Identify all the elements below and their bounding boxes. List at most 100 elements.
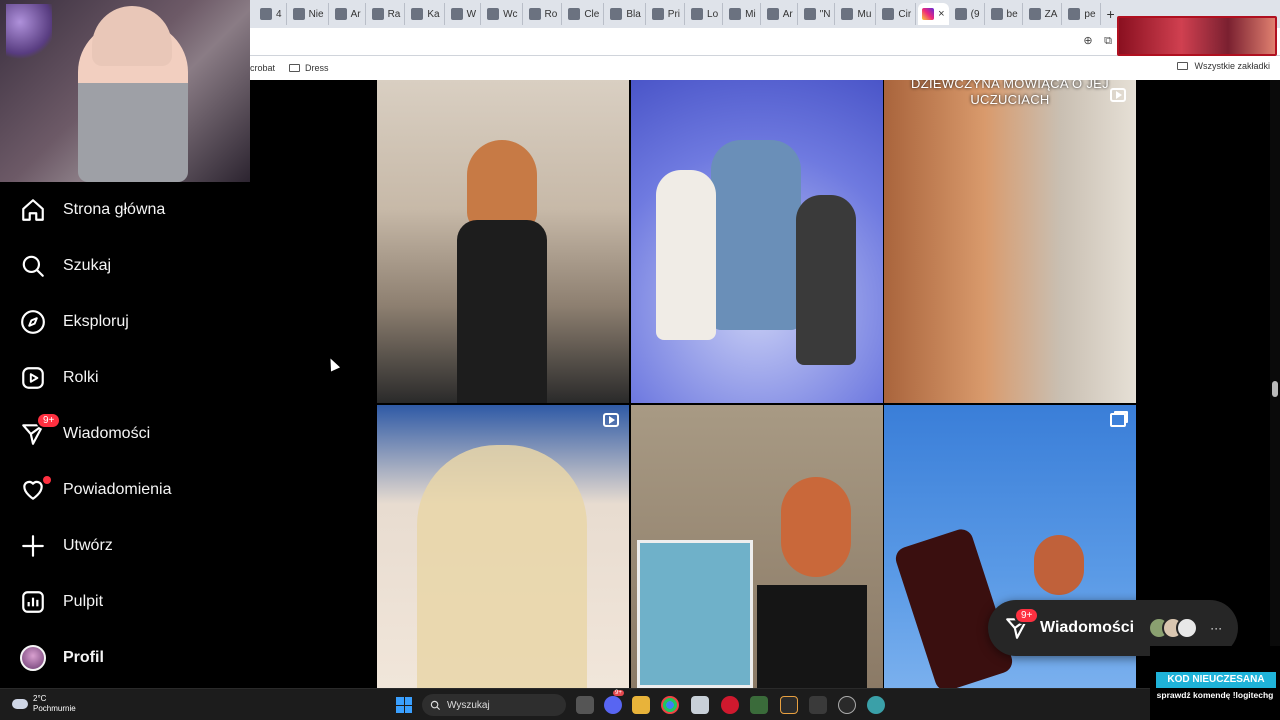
mouse-cursor [325, 356, 341, 372]
browser-tab[interactable]: Ka [407, 3, 445, 25]
tab-label: Lo [707, 8, 719, 20]
windows-start-button[interactable] [396, 697, 412, 713]
close-tab-icon[interactable]: × [938, 8, 944, 20]
browser-tab[interactable]: Mi [725, 3, 761, 25]
home-icon [22, 199, 44, 221]
sidebar-item-label: Powiadomienia [63, 481, 172, 498]
post-tile[interactable] [377, 405, 629, 688]
browser-tab[interactable]: Wc [483, 3, 523, 25]
browser-tab[interactable]: Ar [763, 3, 798, 25]
browser-tab[interactable]: "N [800, 3, 836, 25]
browser-tab-active-instagram[interactable]: × [918, 3, 949, 25]
discord-badge: 9+ [613, 690, 624, 696]
post-tile[interactable] [631, 405, 883, 688]
app-icon[interactable] [867, 696, 885, 714]
bookmark-dress[interactable]: Dress [289, 63, 329, 73]
kick-icon [292, 8, 305, 20]
browser-tab[interactable]: pe [1064, 3, 1101, 25]
tab-icon [528, 8, 541, 20]
message-avatars [1148, 617, 1199, 639]
sidebar-item-notifications[interactable]: Powiadomienia [20, 470, 240, 510]
install-app-icon[interactable]: ⧉ [1102, 35, 1114, 47]
browser-tab[interactable]: Nie [289, 3, 329, 25]
reel-indicator-icon [1110, 88, 1126, 102]
browser-tab[interactable]: Pri [648, 3, 686, 25]
post-figure [711, 140, 801, 330]
tab-icon [882, 8, 895, 20]
post-caption: DZIEWCZYNA MÓWIĄCA O JEJ UCZUCIACH [911, 80, 1109, 107]
app-icon[interactable] [838, 696, 856, 714]
sidebar-item-reels[interactable]: Rolki [20, 358, 240, 398]
google-icon [990, 8, 1003, 20]
promo-subtitle: sprawdź komendę !logitechg [1156, 690, 1274, 700]
sidebar-item-search[interactable]: Szukaj [20, 246, 240, 286]
tab-label: Cle [584, 8, 600, 20]
zoom-icon[interactable]: ⊕ [1082, 35, 1094, 47]
all-bookmarks-label: Wszystkie zakładki [1194, 61, 1270, 71]
app-icon[interactable] [721, 696, 739, 714]
weather-widget[interactable]: 2°C Pochmurnie [12, 694, 76, 714]
post-painting [757, 585, 867, 688]
sidebar-item-explore[interactable]: Eksploruj [20, 302, 240, 342]
app-icon[interactable] [750, 696, 768, 714]
scrollbar-thumb[interactable] [1272, 381, 1278, 397]
tab-label: Mi [745, 8, 756, 20]
instagram-sidebar: Strona główna Szukaj Eksploruj Rolki 9+ … [0, 182, 250, 688]
tab-label: "N [819, 8, 831, 20]
tab-icon [729, 8, 742, 20]
post-figure [796, 195, 856, 365]
browser-tab[interactable]: be [987, 3, 1023, 25]
cloud-icon [12, 699, 28, 709]
browser-tab[interactable]: Lo [687, 3, 724, 25]
tab-icon [487, 8, 500, 20]
heart-icon [23, 480, 43, 500]
sidebar-item-messages[interactable]: 9+ Wiadomości [20, 412, 240, 454]
windows-taskbar: 2°C Pochmurnie Wyszukaj 9+ [0, 688, 1280, 720]
browser-tab[interactable]: Bla [606, 3, 646, 25]
browser-tab[interactable]: Mu [837, 3, 877, 25]
bookmark-label: Dress [305, 63, 329, 73]
browser-tab[interactable]: Cir [878, 3, 917, 25]
tab-icon [691, 8, 704, 20]
tab-label: Mu [857, 8, 872, 20]
reels-icon [22, 367, 44, 389]
browser-tab[interactable]: Cle [564, 3, 605, 25]
tab-icon [568, 8, 581, 20]
weather-temp: 2°C [33, 694, 47, 703]
app-icon[interactable] [809, 696, 827, 714]
dashboard-icon [22, 591, 44, 613]
app-icon[interactable] [780, 696, 798, 714]
browser-tab[interactable]: (9 [951, 3, 985, 25]
browser-tab[interactable]: ZA [1025, 3, 1063, 25]
all-bookmarks-button[interactable]: Wszystkie zakładki [1177, 61, 1270, 71]
plus-icon [22, 535, 44, 557]
post-tile[interactable] [631, 80, 883, 403]
task-view-icon[interactable] [576, 696, 594, 714]
taskbar-search-placeholder: Wyszukaj [447, 699, 490, 711]
post-tile[interactable] [377, 80, 629, 403]
page-scrollbar[interactable] [1270, 80, 1280, 688]
profile-avatar [20, 645, 46, 671]
file-explorer-icon[interactable] [632, 696, 650, 714]
browser-tab[interactable]: Ro [525, 3, 563, 25]
sidebar-item-profile[interactable]: Profil [20, 638, 240, 678]
sidebar-item-create[interactable]: Utwórz [20, 526, 240, 566]
browser-tab[interactable]: Ar [331, 3, 366, 25]
tab-icon [803, 8, 816, 20]
browser-tab[interactable]: 4 [256, 3, 287, 25]
sidebar-item-dashboard[interactable]: Pulpit [20, 582, 240, 622]
tab-label: Ar [782, 8, 793, 20]
reel-indicator-icon [603, 413, 619, 427]
sidebar-item-home[interactable]: Strona główna [20, 190, 240, 230]
chrome-icon[interactable] [661, 696, 679, 714]
post-tile[interactable]: DZIEWCZYNA MÓWIĄCA O JEJ UCZUCIACH [884, 80, 1136, 403]
browser-tab[interactable]: W [447, 3, 482, 25]
tab-label: ZA [1044, 8, 1058, 20]
streamer-webcam-overlay [0, 0, 250, 182]
taskbar-search-box[interactable]: Wyszukaj [422, 694, 566, 716]
folder-icon [289, 64, 301, 72]
discord-icon[interactable]: 9+ [604, 690, 624, 714]
bookmark-acrobat[interactable]: crobat [250, 63, 275, 73]
app-icon[interactable] [691, 696, 709, 714]
browser-tab[interactable]: Ra [368, 3, 406, 25]
